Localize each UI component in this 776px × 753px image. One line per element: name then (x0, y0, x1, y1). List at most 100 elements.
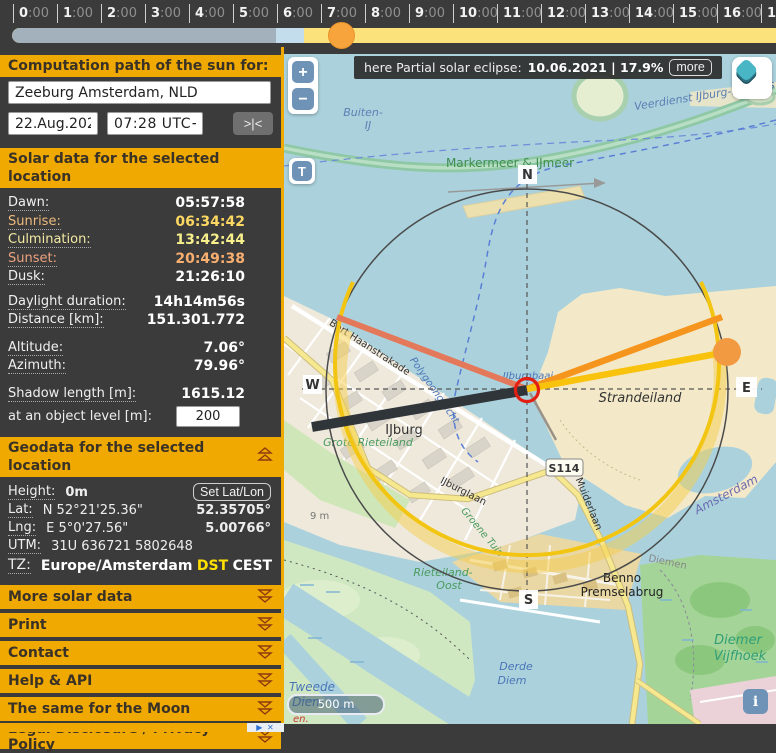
layers-button[interactable] (732, 57, 772, 99)
timeline-tick (13, 4, 14, 23)
time-slider-handle[interactable] (328, 22, 355, 49)
map-canvas[interactable]: Buiten- IJ Veerdienst IJburg-Pampus Mark… (284, 47, 776, 724)
more-button[interactable]: more (669, 59, 711, 76)
timeline-tick (717, 4, 718, 23)
solar-data-title: Solar data for the selected location (8, 150, 273, 186)
lng-deg: 5.00766° (205, 521, 271, 536)
chevron-down-icon (257, 672, 273, 691)
sidebar: Computation path of the sun for: >|< Sol… (0, 47, 284, 732)
accordion-help-api[interactable]: Help & API (0, 669, 281, 693)
timeline-tick (453, 4, 454, 23)
set-latlon-button[interactable]: Set Lat/Lon (193, 483, 271, 501)
distance-label: Distance [km]: (8, 312, 104, 328)
altitude-value: 7.06° (203, 340, 245, 356)
timeline-label: 16:00 (723, 6, 762, 21)
timeline-label: 15:00 (679, 6, 718, 21)
geodata-header[interactable]: Geodata for the selected location (0, 437, 281, 477)
time-slider-track[interactable] (12, 28, 776, 43)
dawn-value: 05:57:58 (175, 195, 245, 211)
geodata-title: Geodata for the selected location (8, 439, 257, 475)
translate-widget-partial[interactable]: ▶ ✕ (247, 723, 284, 732)
accordion-label: Help & API (8, 673, 257, 689)
shadow-length-label: Shadow length [m]: (8, 386, 136, 402)
timeline-tick (145, 4, 146, 23)
tz-dst-badge: DST (197, 558, 228, 574)
road-badge-s114: S114 (546, 459, 583, 476)
timeline-tick (233, 4, 234, 23)
accordion-print[interactable]: Print (0, 613, 281, 637)
height-label: Height: (8, 484, 55, 500)
timeline-tick (189, 4, 190, 23)
object-level-row: at an object level [m]: (0, 403, 281, 427)
tz-label: TZ: (8, 557, 31, 574)
timeline-label: 3:00 (151, 6, 181, 21)
timeline-label: 11:00 (503, 6, 542, 21)
dusk-row: Dusk: 21:26:10 (0, 268, 281, 287)
svg-text:Derde: Derde (499, 660, 533, 673)
daylight-row: Daylight duration: 14h14m56s (0, 293, 281, 312)
terrain-button[interactable]: T (292, 161, 312, 181)
timeline-label: 9:00 (415, 6, 445, 21)
timeline-tick (761, 4, 762, 23)
svg-text:N: N (522, 168, 533, 183)
utm-row: UTM: 31U 636721 5802648 (0, 537, 281, 555)
eclipse-tooltip-value: 10.06.2021 | 17.9% (528, 60, 664, 75)
timeline-label: 1:00 (63, 6, 93, 21)
set-now-button[interactable]: >|< (233, 112, 273, 135)
sun-disc[interactable] (713, 338, 741, 366)
accordion-moon[interactable]: The same for the Moon (0, 697, 281, 721)
timeline-label: 8:00 (371, 6, 401, 21)
dusk-label: Dusk: (8, 269, 45, 285)
svg-text:Vijfhoek: Vijfhoek (714, 649, 767, 664)
timeline-label: 2:00 (107, 6, 137, 21)
svg-text:IJ: IJ (365, 119, 372, 132)
azimuth-row: Azimuth: 79.96° (0, 357, 281, 376)
timeline-label: 10:00 (459, 6, 498, 21)
timeline-tick (101, 4, 102, 23)
timeline-label: 17:00 (767, 6, 776, 21)
timeline-tick (541, 4, 542, 23)
culmination-value: 13:42:44 (175, 232, 245, 248)
svg-text:Strandeiland: Strandeiland (599, 391, 683, 406)
chevron-down-icon (257, 588, 273, 607)
timeline-label: 14:00 (635, 6, 674, 21)
tz-value: Europe/Amsterdam (41, 558, 193, 574)
chevron-down-icon (257, 616, 273, 635)
timeline-tick (673, 4, 674, 23)
sunset-label: Sunset: (8, 251, 57, 267)
svg-text:9 m: 9 m (310, 511, 329, 522)
svg-text:Oost: Oost (436, 579, 462, 592)
date-input[interactable] (8, 112, 98, 135)
eclipse-tooltip: here Partial solar eclipse: 10.06.2021 |… (354, 56, 722, 79)
culmination-row: Culmination: 13:42:44 (0, 231, 281, 250)
info-button[interactable]: i (743, 689, 768, 714)
daylight-value: 14h14m56s (154, 294, 245, 310)
map[interactable]: Buiten- IJ Veerdienst IJburg-Pampus Mark… (284, 47, 776, 724)
svg-text:Diemer: Diemer (714, 633, 763, 648)
timeline-tick (365, 4, 366, 23)
svg-text:Tweede: Tweede (289, 680, 335, 694)
svg-text:W: W (305, 378, 319, 393)
eclipse-tooltip-prefix: here Partial solar eclipse: (364, 60, 522, 75)
lat-deg: 52.35705° (196, 503, 271, 518)
timeline-label: 0:00 (19, 6, 49, 21)
zoom-control: + − (288, 57, 318, 114)
object-level-input[interactable] (176, 406, 240, 427)
accordion-label: The same for the Moon (8, 701, 257, 717)
accordion-contact[interactable]: Contact (0, 641, 281, 665)
svg-text:en.: en. (293, 714, 309, 724)
zoom-out-button[interactable]: − (292, 88, 314, 110)
altitude-row: Altitude: 7.06° (0, 339, 281, 358)
time-input[interactable] (107, 112, 203, 135)
dawn-row: Dawn: 05:57:58 (0, 194, 281, 213)
accordion-more-solar-data[interactable]: More solar data (0, 585, 281, 609)
utm-label: UTM: (8, 538, 41, 554)
sunrise-label: Sunrise: (8, 214, 61, 230)
accordion-label: Print (8, 617, 257, 633)
location-input[interactable] (8, 81, 271, 104)
svg-text:Grote Rieteiland: Grote Rieteiland (323, 436, 414, 449)
altitude-label: Altitude: (8, 340, 63, 356)
zoom-in-button[interactable]: + (292, 61, 314, 83)
night-track-segment (12, 28, 276, 43)
collapse-up-icon[interactable] (257, 447, 273, 467)
